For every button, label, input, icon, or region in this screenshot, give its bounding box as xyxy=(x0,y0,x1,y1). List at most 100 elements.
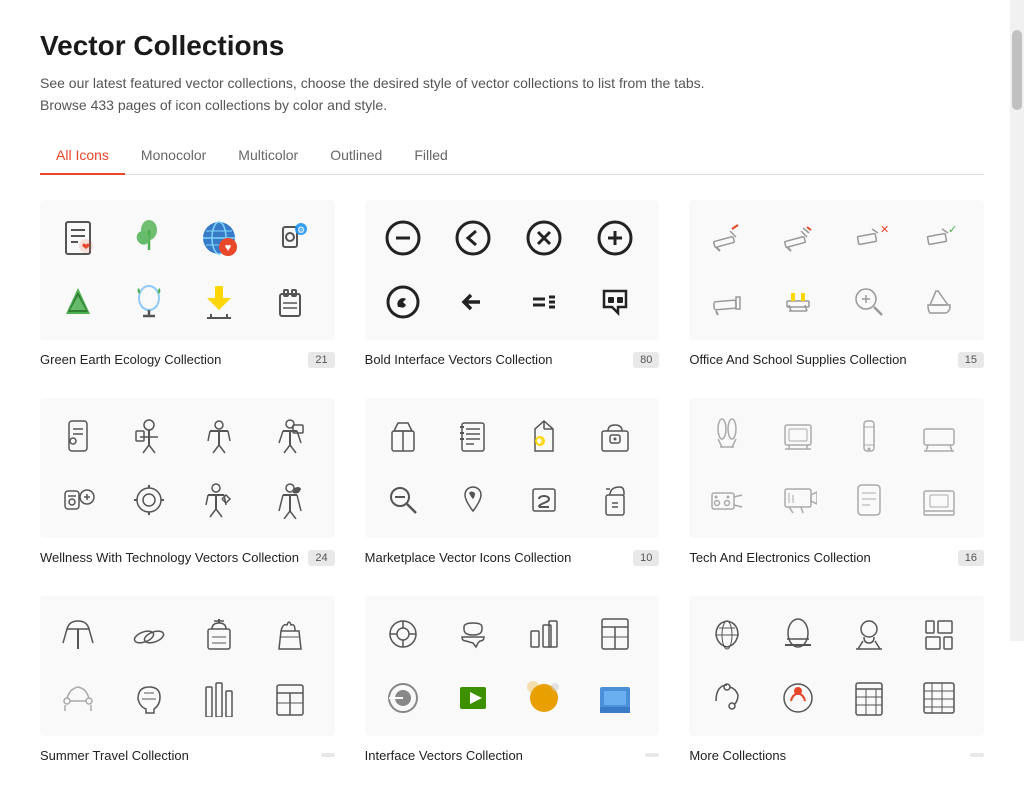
tabs-container: All Icons Monocolor Multicolor Outlined … xyxy=(40,137,984,175)
collection-count: 10 xyxy=(633,550,659,566)
icon-cell: ❤ xyxy=(48,208,108,268)
icon-cell xyxy=(189,272,249,332)
collection-count: 15 xyxy=(958,352,984,368)
icon-cell xyxy=(119,668,179,728)
collection-card: ❤ xyxy=(40,200,335,368)
icon-cell xyxy=(697,406,757,466)
icon-cell xyxy=(839,470,899,530)
icon-cell xyxy=(768,208,828,268)
icon-cell xyxy=(189,668,249,728)
collection-name: Tech And Electronics Collection xyxy=(689,550,957,565)
icon-cell xyxy=(514,208,574,268)
tab-outlined[interactable]: Outlined xyxy=(314,137,398,175)
collection-name: Summer Travel Collection xyxy=(40,748,321,763)
collection-count xyxy=(970,753,984,757)
scrollbar-track[interactable] xyxy=(1010,0,1024,641)
icon-cell xyxy=(585,668,645,728)
collection-icons-grid: ❤ xyxy=(40,200,335,340)
collection-icons-grid: ✕ ✓ xyxy=(689,200,984,340)
collection-count: 24 xyxy=(308,550,334,566)
icon-cell xyxy=(119,604,179,664)
tab-filled[interactable]: Filled xyxy=(398,137,463,175)
icon-cell xyxy=(514,470,574,530)
icon-cell xyxy=(373,604,433,664)
collection-name: More Collections xyxy=(689,748,970,763)
icon-cell xyxy=(909,604,969,664)
collection-count: 16 xyxy=(958,550,984,566)
collection-name: Marketplace Vector Icons Collection xyxy=(365,550,633,565)
collection-footer: Tech And Electronics Collection 16 xyxy=(689,550,984,566)
collection-card: Summer Travel Collection xyxy=(40,596,335,763)
icon-cell xyxy=(839,604,899,664)
icon-cell xyxy=(48,470,108,530)
collection-card: Interface Vectors Collection xyxy=(365,596,660,763)
icon-cell xyxy=(768,406,828,466)
scrollbar-thumb[interactable] xyxy=(1012,30,1022,110)
icon-cell xyxy=(443,668,503,728)
collection-icons-grid xyxy=(40,398,335,538)
page-title: Vector Collections xyxy=(40,30,984,62)
icon-cell xyxy=(48,668,108,728)
icon-cell xyxy=(697,470,757,530)
collection-count: 21 xyxy=(308,352,334,368)
icon-cell xyxy=(373,470,433,530)
icon-cell xyxy=(48,406,108,466)
collection-icons-grid xyxy=(689,398,984,538)
icon-cell xyxy=(443,604,503,664)
icon-cell xyxy=(189,406,249,466)
icon-cell xyxy=(768,668,828,728)
svg-text:❤: ❤ xyxy=(82,242,90,253)
tab-monocolor[interactable]: Monocolor xyxy=(125,137,222,175)
collection-icons-grid xyxy=(689,596,984,736)
icon-cell xyxy=(443,208,503,268)
collection-name: Wellness With Technology Vectors Collect… xyxy=(40,550,308,565)
icon-cell: ✕ xyxy=(839,208,899,268)
icon-cell xyxy=(373,668,433,728)
icon-cell: ♥ xyxy=(189,208,249,268)
collection-count xyxy=(645,753,659,757)
collection-footer: Green Earth Ecology Collection 21 xyxy=(40,352,335,368)
icon-cell xyxy=(48,604,108,664)
collection-footer: Interface Vectors Collection xyxy=(365,748,660,763)
icon-cell xyxy=(443,272,503,332)
icon-cell xyxy=(373,406,433,466)
icon-cell xyxy=(514,668,574,728)
collection-card: Marketplace Vector Icons Collection 10 xyxy=(365,398,660,566)
icon-cell xyxy=(839,406,899,466)
icon-cell xyxy=(697,668,757,728)
svg-text:⚙: ⚙ xyxy=(297,225,305,235)
svg-text:✕: ✕ xyxy=(880,224,888,236)
icon-cell xyxy=(697,272,757,332)
icon-cell xyxy=(909,470,969,530)
collection-card: Wellness With Technology Vectors Collect… xyxy=(40,398,335,566)
icon-cell xyxy=(585,272,645,332)
collection-footer: More Collections xyxy=(689,748,984,763)
collection-name: Interface Vectors Collection xyxy=(365,748,646,763)
collection-footer: Bold Interface Vectors Collection 80 xyxy=(365,352,660,368)
icon-cell xyxy=(373,208,433,268)
collection-count xyxy=(321,753,335,757)
collection-footer: Office And School Supplies Collection 15 xyxy=(689,352,984,368)
collection-name: Bold Interface Vectors Collection xyxy=(365,352,633,367)
icon-cell xyxy=(48,272,108,332)
icon-cell: ⚙ xyxy=(260,208,320,268)
collection-count: 80 xyxy=(633,352,659,368)
icon-cell xyxy=(189,470,249,530)
icon-cell xyxy=(119,208,179,268)
collection-footer: Summer Travel Collection xyxy=(40,748,335,763)
icon-cell xyxy=(768,604,828,664)
icon-cell xyxy=(260,668,320,728)
svg-text:✓: ✓ xyxy=(948,224,957,236)
collection-name: Office And School Supplies Collection xyxy=(689,352,957,367)
page-subtitle: See our latest featured vector collectio… xyxy=(40,72,984,117)
icon-cell xyxy=(839,668,899,728)
icon-cell xyxy=(514,604,574,664)
icon-cell xyxy=(697,604,757,664)
collection-card: More Collections xyxy=(689,596,984,763)
icon-cell xyxy=(514,406,574,466)
tab-multicolor[interactable]: Multicolor xyxy=(222,137,314,175)
collection-card: ✕ ✓ xyxy=(689,200,984,368)
icon-cell xyxy=(839,272,899,332)
icon-cell xyxy=(697,208,757,268)
tab-all-icons[interactable]: All Icons xyxy=(40,137,125,175)
